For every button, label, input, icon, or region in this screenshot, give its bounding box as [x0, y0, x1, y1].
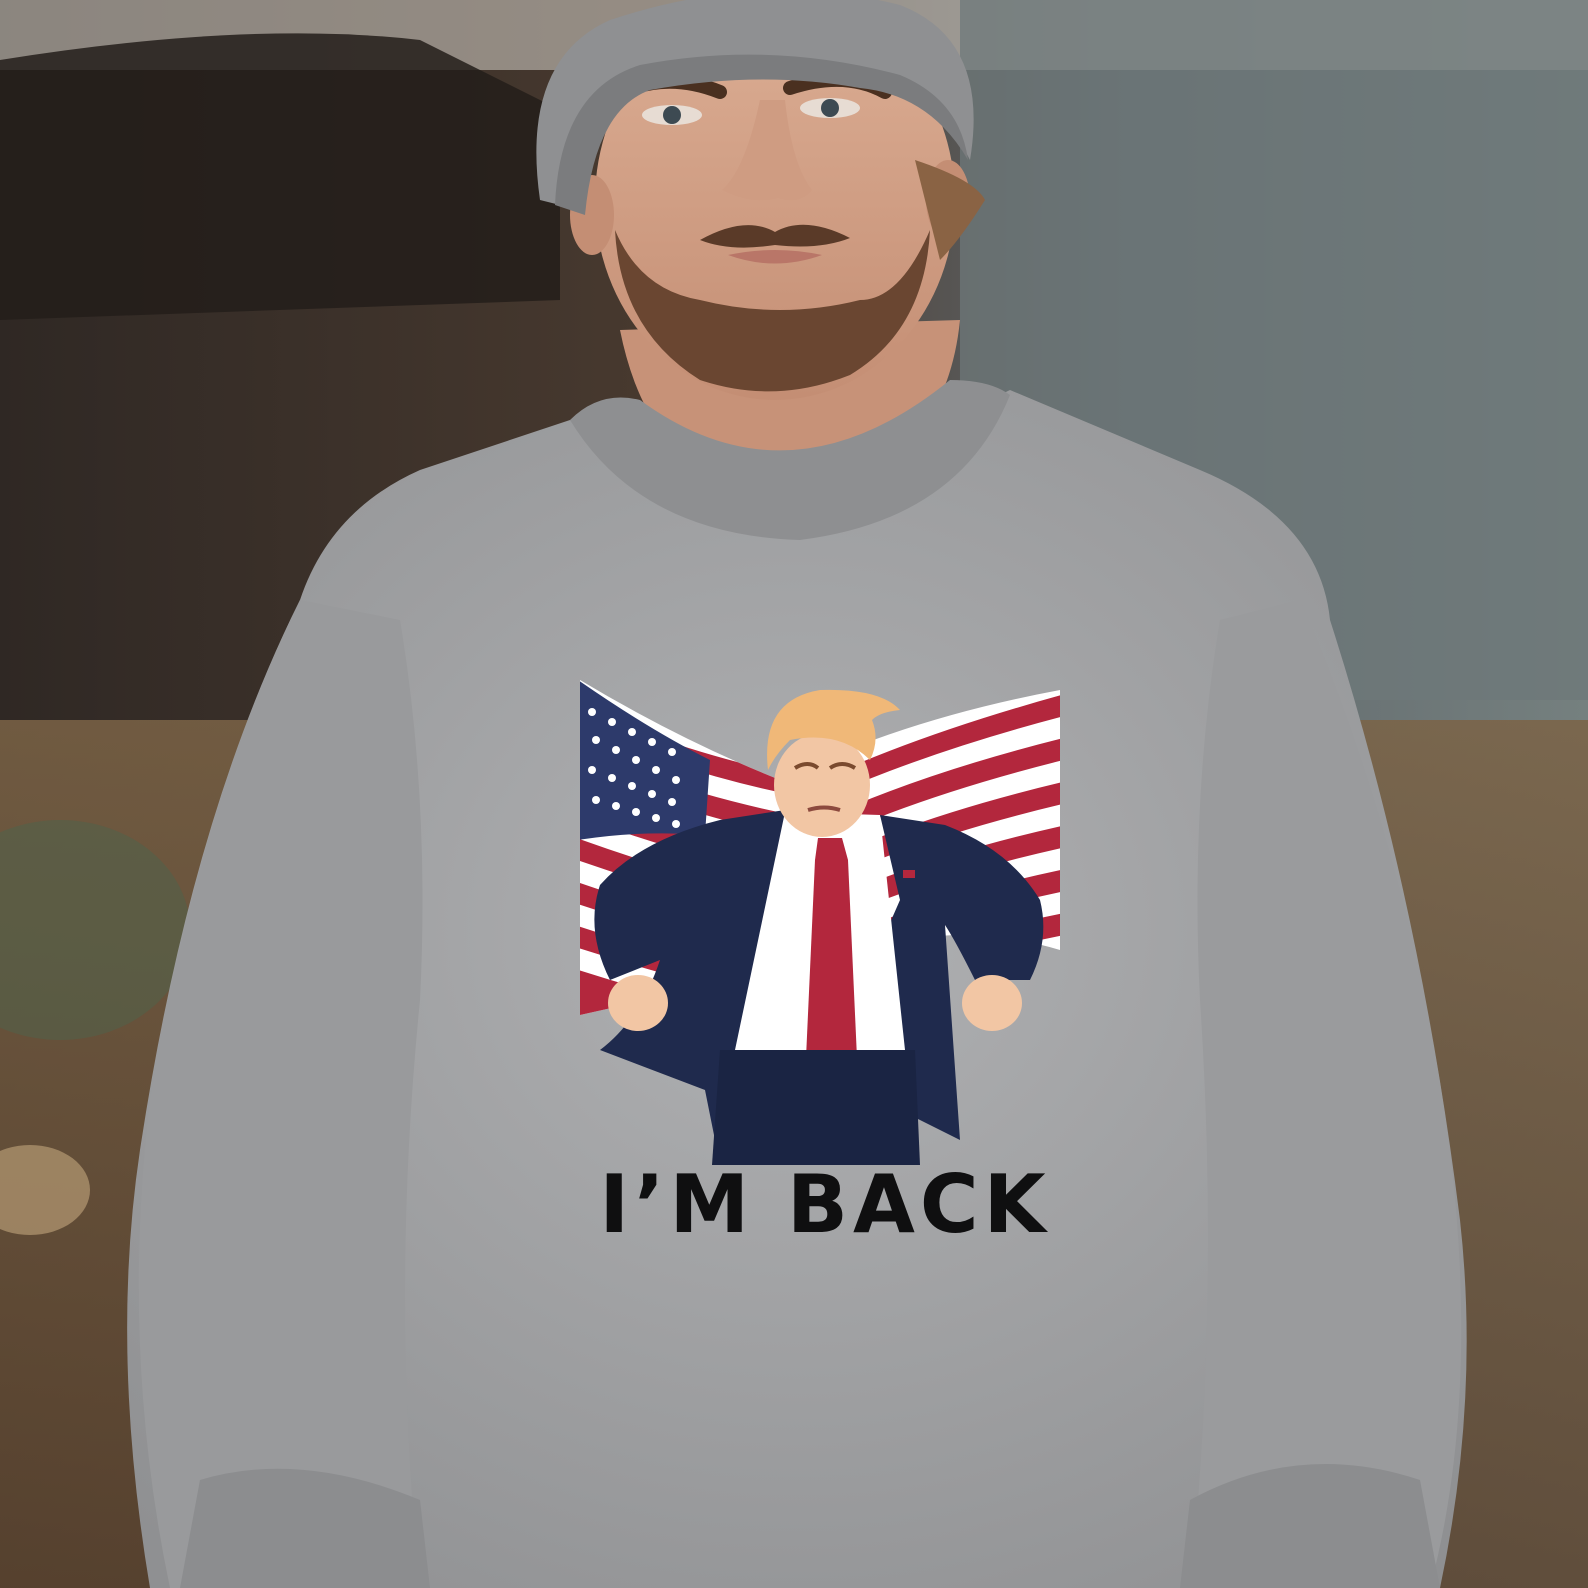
background-barn-roof [0, 33, 560, 320]
print-right-fist [962, 975, 1022, 1031]
print-trousers [712, 1050, 920, 1165]
print-flag-pin [903, 870, 915, 878]
print-left-fist [608, 975, 668, 1031]
photo-scene [0, 0, 1588, 1588]
right-iris [821, 99, 839, 117]
print-face [774, 733, 870, 837]
print-slogan: I’M BACK [599, 1158, 1051, 1251]
left-iris [663, 106, 681, 124]
